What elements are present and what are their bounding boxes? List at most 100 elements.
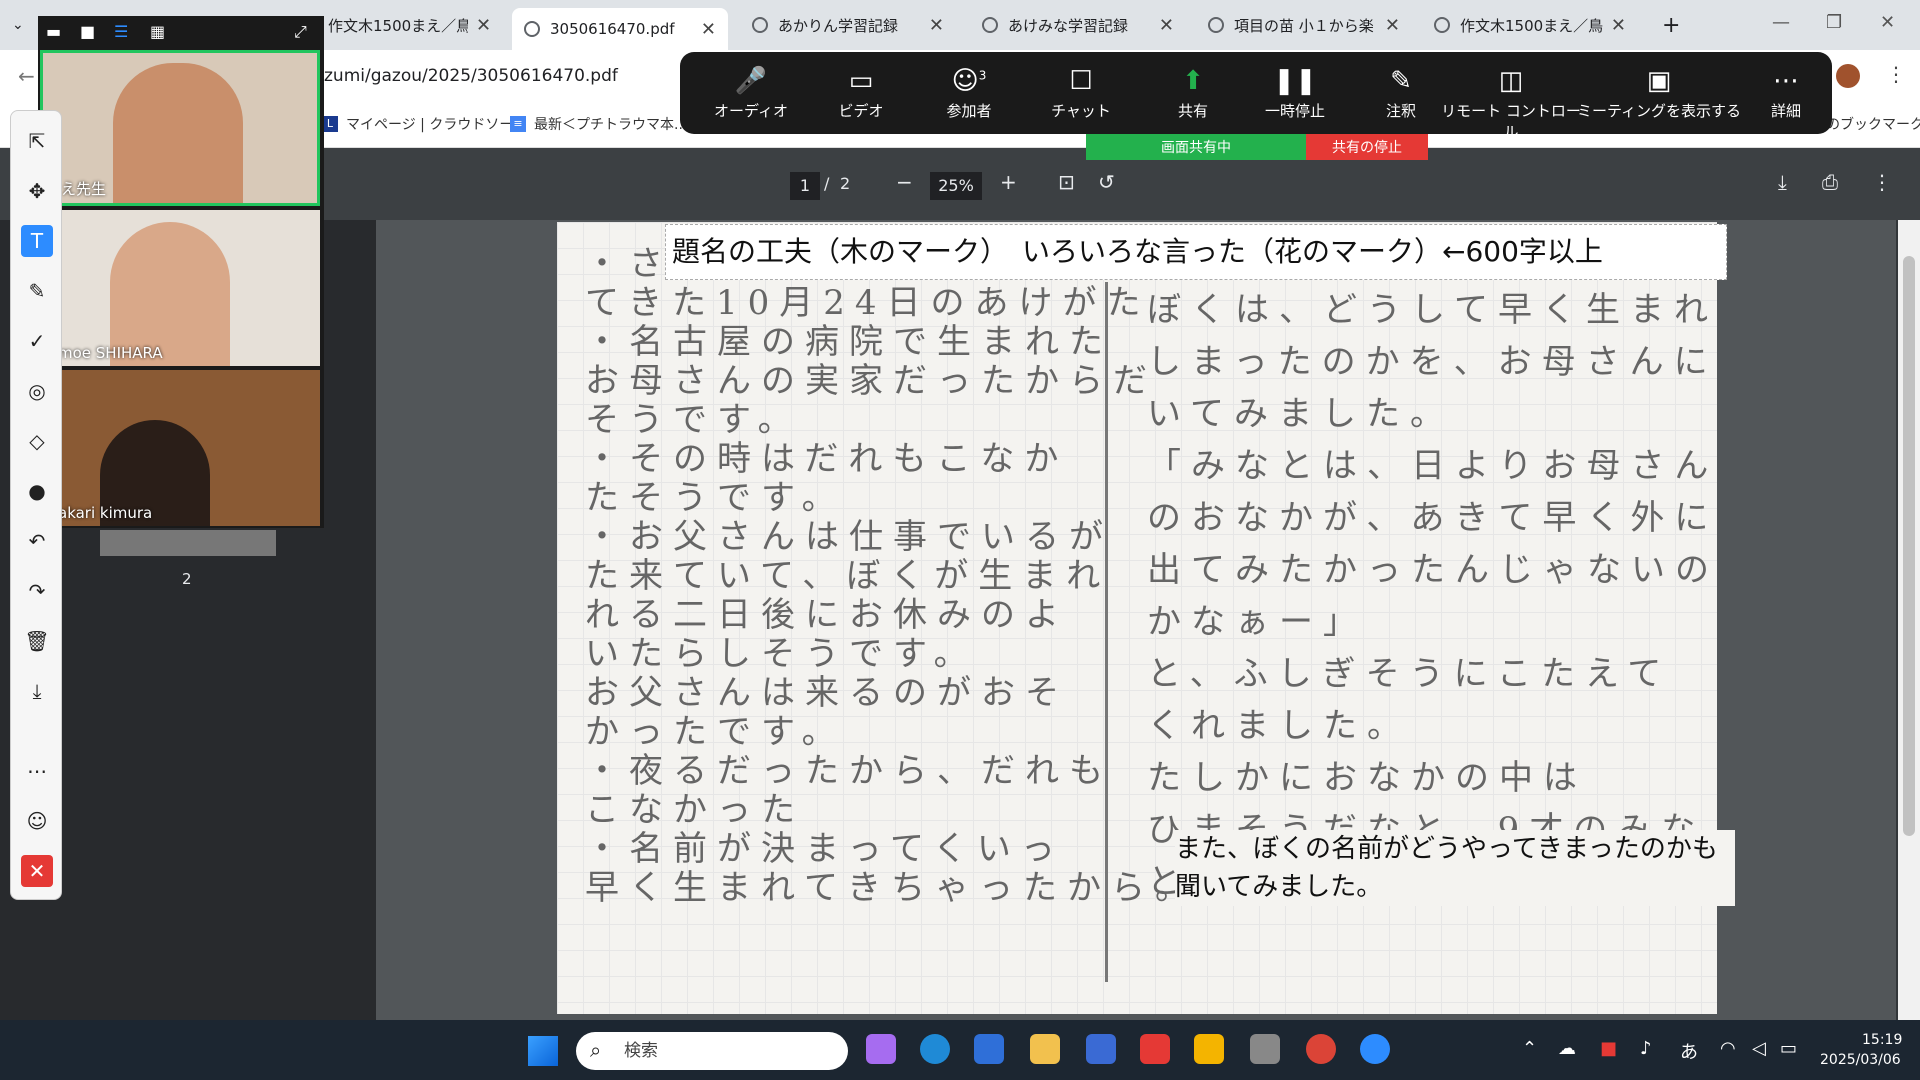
taskbar-search[interactable]: 検索 bbox=[576, 1032, 848, 1070]
draw-icon[interactable]: ✎ bbox=[21, 275, 53, 307]
close-annotation-icon[interactable]: ✕ bbox=[21, 855, 53, 887]
zoom-app-icon[interactable] bbox=[1360, 1034, 1390, 1064]
video-button[interactable]: ▭ ビデオ bbox=[806, 66, 916, 121]
more-button[interactable]: ⋯ 詳細 bbox=[1746, 66, 1826, 121]
remote-control-button[interactable]: ◫ リモート コントロール bbox=[1436, 66, 1586, 142]
bookmark-item[interactable]: のブックマーク bbox=[1826, 114, 1920, 134]
text-tool-icon[interactable]: T bbox=[21, 225, 53, 257]
ime-indicator[interactable]: あ bbox=[1680, 1038, 1698, 1064]
zoom-out-icon[interactable]: − bbox=[896, 170, 913, 194]
tab-6[interactable]: 作文木1500まえ／鳥の ✕ bbox=[1422, 8, 1638, 42]
participant-name: akari kimura bbox=[58, 504, 153, 522]
tab-1[interactable]: 作文木1500まえ／鳥の ✕ bbox=[316, 8, 503, 42]
show-meeting-button[interactable]: ▣ ミーティングを表示する bbox=[1574, 66, 1744, 121]
video-tile-speaker[interactable]: え先生 bbox=[40, 50, 320, 206]
undo-icon[interactable]: ↶ bbox=[21, 525, 53, 557]
tab-search-button[interactable]: ⌄ bbox=[0, 8, 40, 42]
battery-icon[interactable]: ▭ bbox=[1780, 1038, 1797, 1059]
format-icon[interactable]: ● bbox=[21, 475, 53, 507]
new-tab-button[interactable]: + bbox=[1650, 8, 1692, 42]
tab-4[interactable]: あけみな学習記録 ✕ bbox=[970, 8, 1186, 42]
more-icon[interactable]: ⋯ bbox=[21, 755, 53, 787]
store-icon[interactable] bbox=[974, 1034, 1004, 1064]
request-control-icon[interactable]: ☺ bbox=[21, 805, 53, 837]
url-field[interactable]: zumi/gazou/2025/3050616470.pdf bbox=[324, 66, 618, 86]
download-icon[interactable]: ⤓ bbox=[1778, 170, 1787, 194]
strip-view-icon[interactable]: ☰ bbox=[114, 22, 128, 41]
more-label: 詳細 bbox=[1770, 102, 1801, 120]
chat-button[interactable]: ☐ チャット bbox=[1026, 66, 1136, 121]
notes-icon[interactable] bbox=[1030, 1034, 1060, 1064]
close-icon[interactable]: ✕ bbox=[1159, 15, 1174, 36]
zoom-level-input[interactable]: 25% bbox=[930, 172, 982, 200]
rotate-icon[interactable]: ↺ bbox=[1098, 170, 1115, 194]
cloud-icon[interactable]: ☁ bbox=[1558, 1038, 1576, 1059]
close-icon[interactable]: ✕ bbox=[929, 15, 944, 36]
chrome-icon[interactable] bbox=[1306, 1034, 1336, 1064]
select-icon[interactable]: ⇱ bbox=[21, 125, 53, 157]
spotlight-icon[interactable]: ◎ bbox=[21, 375, 53, 407]
bookmark-item[interactable]: ≡ 最新＜プチトラウマ本... bbox=[510, 114, 687, 134]
speaker-view-icon[interactable]: ■ bbox=[80, 22, 95, 41]
chevron-up-icon[interactable]: ⌃ bbox=[1522, 1038, 1537, 1059]
close-icon[interactable]: ✕ bbox=[1385, 15, 1400, 36]
scrollbar-thumb[interactable] bbox=[1903, 256, 1915, 836]
zoom-in-icon[interactable]: + bbox=[1000, 170, 1017, 194]
sharing-status-bar: 画面共有中 共有の停止 bbox=[1086, 134, 1428, 160]
page-thumbnail[interactable] bbox=[100, 530, 276, 556]
wifi-icon[interactable]: ◠ bbox=[1720, 1038, 1736, 1059]
expand-icon[interactable]: ⤢ bbox=[294, 22, 307, 42]
back-arrow-icon[interactable]: ← bbox=[18, 64, 35, 88]
minimize-icon[interactable]: — bbox=[1772, 12, 1790, 33]
eraser-icon[interactable]: ◇ bbox=[21, 425, 53, 457]
file-explorer-icon[interactable] bbox=[1194, 1034, 1224, 1064]
tray-app-icon[interactable]: ■ bbox=[1600, 1038, 1617, 1059]
edge-icon[interactable] bbox=[920, 1034, 950, 1064]
stop-share-button[interactable]: 共有の停止 bbox=[1306, 134, 1428, 160]
tab-5[interactable]: 項目の苗 小１から楽し ✕ bbox=[1196, 8, 1412, 42]
more-icon: ⋯ bbox=[1773, 66, 1799, 96]
print-icon[interactable]: ⎙ bbox=[1822, 170, 1838, 194]
close-window-icon[interactable]: ✕ bbox=[1880, 12, 1895, 33]
windows-start-icon[interactable] bbox=[528, 1036, 558, 1066]
app-icon[interactable] bbox=[1086, 1034, 1116, 1064]
minimize-video-icon[interactable]: ▬ bbox=[46, 22, 61, 41]
stamp-icon[interactable]: ✓ bbox=[21, 325, 53, 357]
settings-icon[interactable] bbox=[1250, 1034, 1280, 1064]
bookmark-item[interactable]: L マイページ | クラウドソー... bbox=[322, 114, 527, 134]
scrollbar[interactable] bbox=[1898, 220, 1920, 1020]
show-meeting-icon: ▣ bbox=[1646, 66, 1672, 96]
close-icon[interactable]: ✕ bbox=[1611, 15, 1626, 36]
mic-icon[interactable]: ♪ bbox=[1640, 1038, 1652, 1059]
browser-menu-icon[interactable]: ⋮ bbox=[1886, 62, 1906, 86]
clock-time[interactable]: 15:19 bbox=[1862, 1032, 1902, 1048]
move-icon[interactable]: ✥ bbox=[21, 175, 53, 207]
restore-icon[interactable]: ❐ bbox=[1826, 12, 1842, 33]
tab-3[interactable]: あかりん学習記録 ✕ bbox=[740, 8, 956, 42]
audio-button[interactable]: 🎤 オーディオ bbox=[696, 66, 806, 121]
share-button[interactable]: ⬆ 共有 bbox=[1138, 66, 1248, 121]
handwritten-line: ぼくは、どうして早く生まれて bbox=[1147, 290, 1717, 330]
copilot-icon[interactable] bbox=[866, 1034, 896, 1064]
page-number-input[interactable]: 1 bbox=[790, 172, 820, 200]
video-tile[interactable]: moe SHIHARA bbox=[40, 210, 320, 366]
delete-icon[interactable]: 🗑 bbox=[21, 625, 53, 657]
avatar[interactable] bbox=[1836, 64, 1860, 88]
more-options-icon[interactable]: ⋮ bbox=[1872, 170, 1892, 194]
fit-page-icon[interactable]: ⊡ bbox=[1058, 170, 1075, 194]
close-icon[interactable]: ✕ bbox=[701, 19, 716, 40]
title-text-annotation[interactable]: 題名の工夫（木のマーク） いろいろな言った（花のマーク）←600字以上 bbox=[665, 224, 1727, 280]
clock-date[interactable]: 2025/03/06 bbox=[1820, 1052, 1901, 1068]
redo-icon[interactable]: ↷ bbox=[21, 575, 53, 607]
participant-name: え先生 bbox=[61, 180, 107, 198]
typed-text-annotation[interactable]: また、ぼくの名前がどうやってきまったのかも聞いてみました。 bbox=[1175, 830, 1735, 906]
close-icon[interactable]: ✕ bbox=[476, 15, 491, 36]
participants-button[interactable]: ☺3 参加者 bbox=[914, 66, 1024, 121]
video-tile[interactable]: akari kimura bbox=[40, 370, 320, 526]
gallery-view-icon[interactable]: ▦ bbox=[150, 22, 165, 41]
tab-2-active[interactable]: 3050616470.pdf ✕ bbox=[512, 8, 728, 50]
volume-icon[interactable]: ◁ bbox=[1752, 1038, 1766, 1059]
save-icon[interactable]: ⤓ bbox=[21, 675, 53, 707]
pause-button[interactable]: ❚❚ 一時停止 bbox=[1240, 66, 1350, 121]
app-icon[interactable] bbox=[1140, 1034, 1170, 1064]
